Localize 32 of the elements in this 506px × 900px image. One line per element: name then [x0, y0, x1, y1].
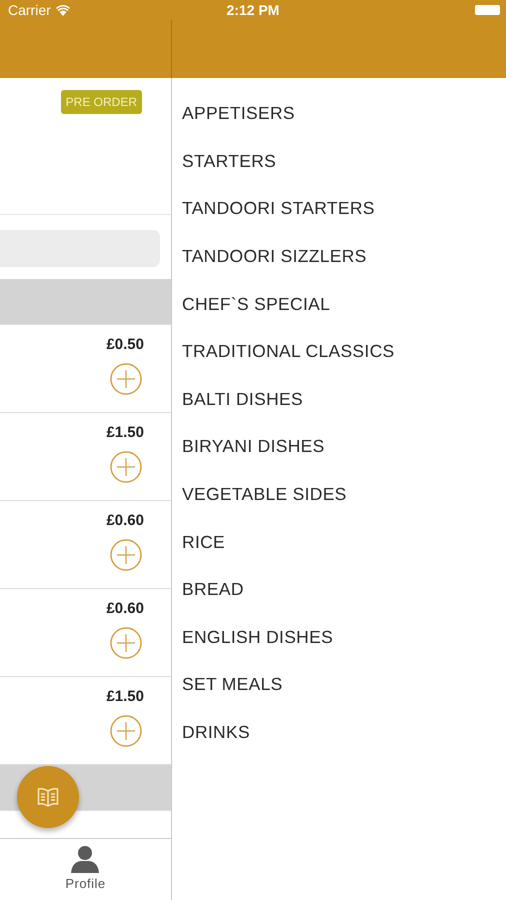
pre-order-badge: PRE ORDER — [60, 90, 142, 114]
category-item[interactable]: VEGETABLE SIDES — [172, 470, 506, 518]
item-price: £0.50 — [106, 336, 144, 353]
category-item[interactable]: DRINKS — [172, 708, 506, 756]
category-item[interactable]: BREAD — [172, 566, 506, 614]
clock-time: 2:12 PM — [226, 2, 280, 18]
add-icon[interactable] — [110, 627, 142, 659]
book-icon — [38, 788, 58, 807]
category-item[interactable]: BIRYANI DISHES — [172, 423, 506, 471]
add-icon[interactable] — [110, 539, 142, 571]
add-icon[interactable] — [110, 363, 142, 395]
add-icon[interactable] — [110, 715, 142, 747]
carrier-name: Carrier — [8, 2, 51, 18]
category-item[interactable]: STARTERS — [172, 138, 506, 186]
add-icon[interactable] — [110, 451, 142, 483]
profile-tab[interactable]: Profile — [65, 845, 106, 891]
category-item[interactable]: RICE — [172, 518, 506, 566]
category-item[interactable]: TRADITIONAL CLASSICS — [172, 328, 506, 376]
battery-icon — [475, 5, 500, 15]
item-price: £0.60 — [106, 600, 144, 617]
category-item[interactable]: TANDOORI STARTERS — [172, 185, 506, 233]
person-icon — [71, 846, 100, 873]
item-price: £1.50 — [106, 688, 144, 705]
category-item[interactable]: SET MEALS — [172, 661, 506, 709]
item-price: £1.50 — [106, 424, 144, 441]
category-item[interactable]: CHEF`S SPECIAL — [172, 280, 506, 328]
item-price: £0.60 — [106, 512, 144, 529]
category-item[interactable]: ENGLISH DISHES — [172, 614, 506, 662]
category-item[interactable]: APPETISERS — [172, 90, 506, 138]
wifi-icon — [56, 4, 70, 16]
category-item[interactable]: TANDOORI SIZZLERS — [172, 232, 506, 280]
category-item[interactable]: BALTI DISHES — [172, 376, 506, 424]
